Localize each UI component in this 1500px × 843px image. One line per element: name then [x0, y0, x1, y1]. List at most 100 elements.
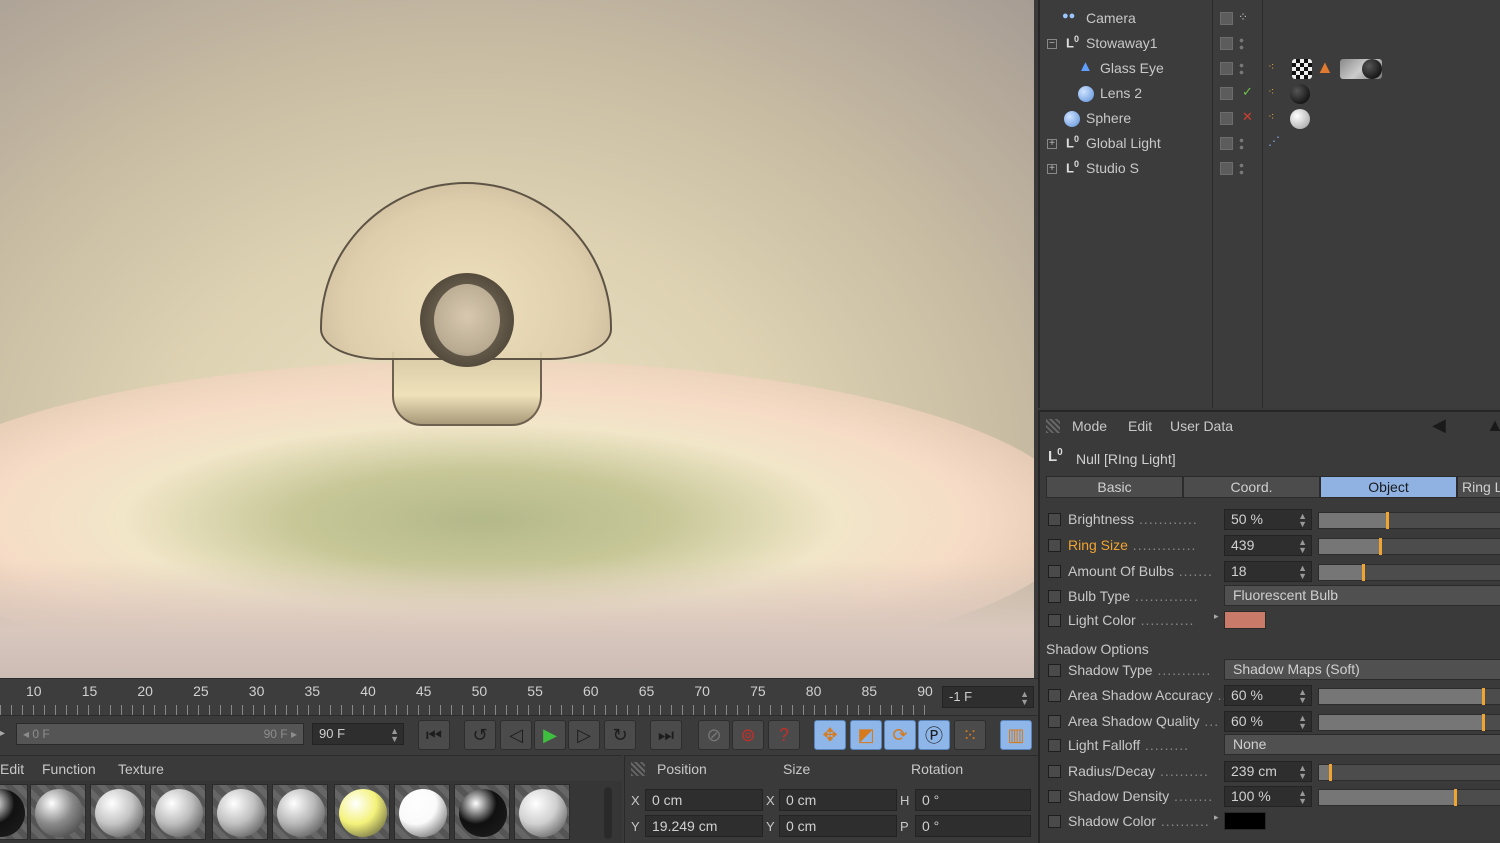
record-keys-button[interactable]: ⊘: [698, 720, 730, 750]
menu-function[interactable]: Function: [42, 761, 96, 777]
color-swatch[interactable]: [1224, 611, 1266, 629]
attr-dropdown[interactable]: Fluorescent Bulb: [1224, 585, 1500, 606]
attr-value-field[interactable]: 60 % ▲ ▼: [1224, 711, 1312, 732]
slider-knob[interactable]: [1329, 764, 1333, 781]
layer-flag[interactable]: [1220, 12, 1233, 25]
uv-tag-icon[interactable]: [1292, 59, 1312, 79]
attr-dropdown[interactable]: Shadow Maps (Soft): [1224, 659, 1500, 680]
black-material-tag[interactable]: [1290, 84, 1310, 104]
phong-tag-icon[interactable]: ⁖: [1268, 85, 1274, 98]
rotation-key-toggle[interactable]: ⟳: [884, 720, 916, 750]
tab-basic[interactable]: Basic: [1046, 476, 1183, 498]
panel-grip-icon[interactable]: [631, 762, 645, 776]
expand-arrow-icon[interactable]: ▸: [1214, 812, 1219, 823]
position-x-field[interactable]: 0 cm: [645, 789, 763, 811]
play-button[interactable]: ▶: [534, 720, 566, 750]
scale-key-toggle[interactable]: ◩: [850, 720, 882, 750]
timeline-window-button[interactable]: ▥: [1000, 720, 1032, 750]
attr-slider[interactable]: [1318, 789, 1500, 806]
material-swatch-grey-2[interactable]: [150, 784, 206, 840]
size-x-field[interactable]: 0 cm: [779, 789, 897, 811]
collapse-icon[interactable]: −: [1047, 39, 1057, 49]
3d-viewport[interactable]: [0, 0, 1034, 678]
material-scrollbar[interactable]: [604, 787, 612, 839]
object-row-studio-s[interactable]: + L0 Studio S: [1040, 156, 1500, 181]
object-row-glass-eye[interactable]: ▲ Glass Eye ⁖ ▲: [1040, 56, 1500, 81]
current-frame-field[interactable]: -1 F ▲ ▼: [942, 686, 1034, 708]
layer-flag[interactable]: [1220, 62, 1233, 75]
slider-knob[interactable]: [1378, 538, 1382, 555]
phong-tag-icon[interactable]: ⁖: [1268, 110, 1274, 123]
expand-arrow-icon[interactable]: ▸: [1214, 611, 1219, 622]
parameter-key-toggle[interactable]: Ⓟ: [918, 720, 950, 750]
attr-value-field[interactable]: 239 cm ▲ ▼: [1224, 761, 1312, 782]
end-frame-field[interactable]: 90 F ▲ ▼: [312, 723, 404, 745]
tab-ring-light[interactable]: Ring L: [1457, 476, 1500, 498]
animate-toggle-icon[interactable]: [1048, 539, 1061, 552]
attr-slider[interactable]: [1318, 512, 1500, 529]
material-swatch-black-2[interactable]: [454, 784, 510, 840]
animate-toggle-icon[interactable]: [1048, 739, 1061, 752]
point-level-toggle[interactable]: ⁙: [954, 720, 986, 750]
hypernurbs-tag-icon[interactable]: ▲: [1316, 57, 1334, 78]
material-swatch-grey-1[interactable]: [90, 784, 146, 840]
go-to-end-button[interactable]: ⏭: [650, 720, 682, 750]
check-icon[interactable]: ✓: [1242, 84, 1253, 100]
attr-value-field[interactable]: 439 ▲ ▼: [1224, 535, 1312, 556]
next-key-button[interactable]: ↻: [604, 720, 636, 750]
phong-tag-icon[interactable]: ⁖: [1268, 60, 1274, 73]
animate-toggle-icon[interactable]: [1048, 664, 1061, 677]
attr-value-field[interactable]: 60 % ▲ ▼: [1224, 685, 1312, 706]
autokey-button[interactable]: ⊚: [732, 720, 764, 750]
timeline-ruler[interactable]: 10 15 20 25 30 35 40 45 50 55 60 65 70 75 80 85 90 -1 F …: [0, 678, 1038, 715]
attr-value-field[interactable]: 50 % ▲ ▼: [1224, 509, 1312, 530]
expand-icon[interactable]: +: [1047, 164, 1057, 174]
animate-toggle-icon[interactable]: [1048, 513, 1061, 526]
go-to-start-button[interactable]: ⏮: [418, 720, 450, 750]
layer-flag[interactable]: [1220, 112, 1233, 125]
attr-value-field[interactable]: 18 ▲ ▼: [1224, 561, 1312, 582]
back-arrow-icon[interactable]: ◀: [1432, 415, 1446, 436]
visibility-dots-icon[interactable]: [1239, 37, 1244, 51]
animate-toggle-icon[interactable]: [1048, 689, 1061, 702]
layer-flag[interactable]: [1220, 87, 1233, 100]
object-row-global-light[interactable]: + L0 Global Light ⋰: [1040, 131, 1500, 156]
attr-slider[interactable]: [1318, 538, 1500, 555]
position-key-toggle[interactable]: ✥: [814, 720, 846, 750]
animate-toggle-icon[interactable]: [1048, 590, 1061, 603]
animate-toggle-icon[interactable]: [1048, 715, 1061, 728]
black-material-tag[interactable]: [1362, 59, 1382, 79]
slider-knob[interactable]: [1454, 789, 1458, 806]
material-swatch-chrome[interactable]: [514, 784, 570, 840]
white-material-tag[interactable]: [1290, 109, 1310, 129]
material-swatch-black[interactable]: [0, 784, 28, 840]
menu-mode[interactable]: Mode: [1072, 418, 1107, 434]
layer-flag[interactable]: [1220, 137, 1233, 150]
rotation-h-field[interactable]: 0 °: [915, 789, 1031, 811]
up-arrow-icon[interactable]: ▲: [1486, 415, 1500, 436]
layer-flag[interactable]: [1220, 162, 1233, 175]
animate-toggle-icon[interactable]: [1048, 790, 1061, 803]
menu-texture[interactable]: Texture: [118, 761, 164, 777]
menu-user-data[interactable]: User Data: [1170, 418, 1233, 434]
slider-knob[interactable]: [1386, 512, 1390, 529]
material-swatch-glass[interactable]: [30, 784, 86, 840]
attr-slider[interactable]: [1318, 714, 1500, 731]
preview-range-slider[interactable]: ◂ 0 F 90 F ▸: [16, 723, 304, 745]
material-swatch-grey-3[interactable]: [212, 784, 268, 840]
animate-toggle-icon[interactable]: [1048, 765, 1061, 778]
menu-edit-attr[interactable]: Edit: [1128, 418, 1152, 434]
object-row-sphere[interactable]: Sphere ✕ ⁖: [1040, 106, 1500, 131]
attr-slider[interactable]: [1318, 564, 1500, 581]
xpresso-tag-icon[interactable]: ⋰: [1268, 134, 1280, 148]
tab-coord[interactable]: Coord.: [1183, 476, 1320, 498]
slider-knob[interactable]: [1481, 688, 1485, 705]
object-row-stowaway1[interactable]: − L0 Stowaway1: [1040, 31, 1500, 56]
previous-key-button[interactable]: ↺: [464, 720, 496, 750]
slider-knob[interactable]: [1362, 564, 1366, 581]
material-swatch-grey-4[interactable]: [272, 784, 328, 840]
attr-slider[interactable]: [1318, 764, 1500, 781]
object-row-camera[interactable]: ●● Camera ⁘: [1040, 6, 1500, 31]
visibility-dots-icon[interactable]: [1239, 137, 1244, 151]
layer-flag[interactable]: [1220, 37, 1233, 50]
